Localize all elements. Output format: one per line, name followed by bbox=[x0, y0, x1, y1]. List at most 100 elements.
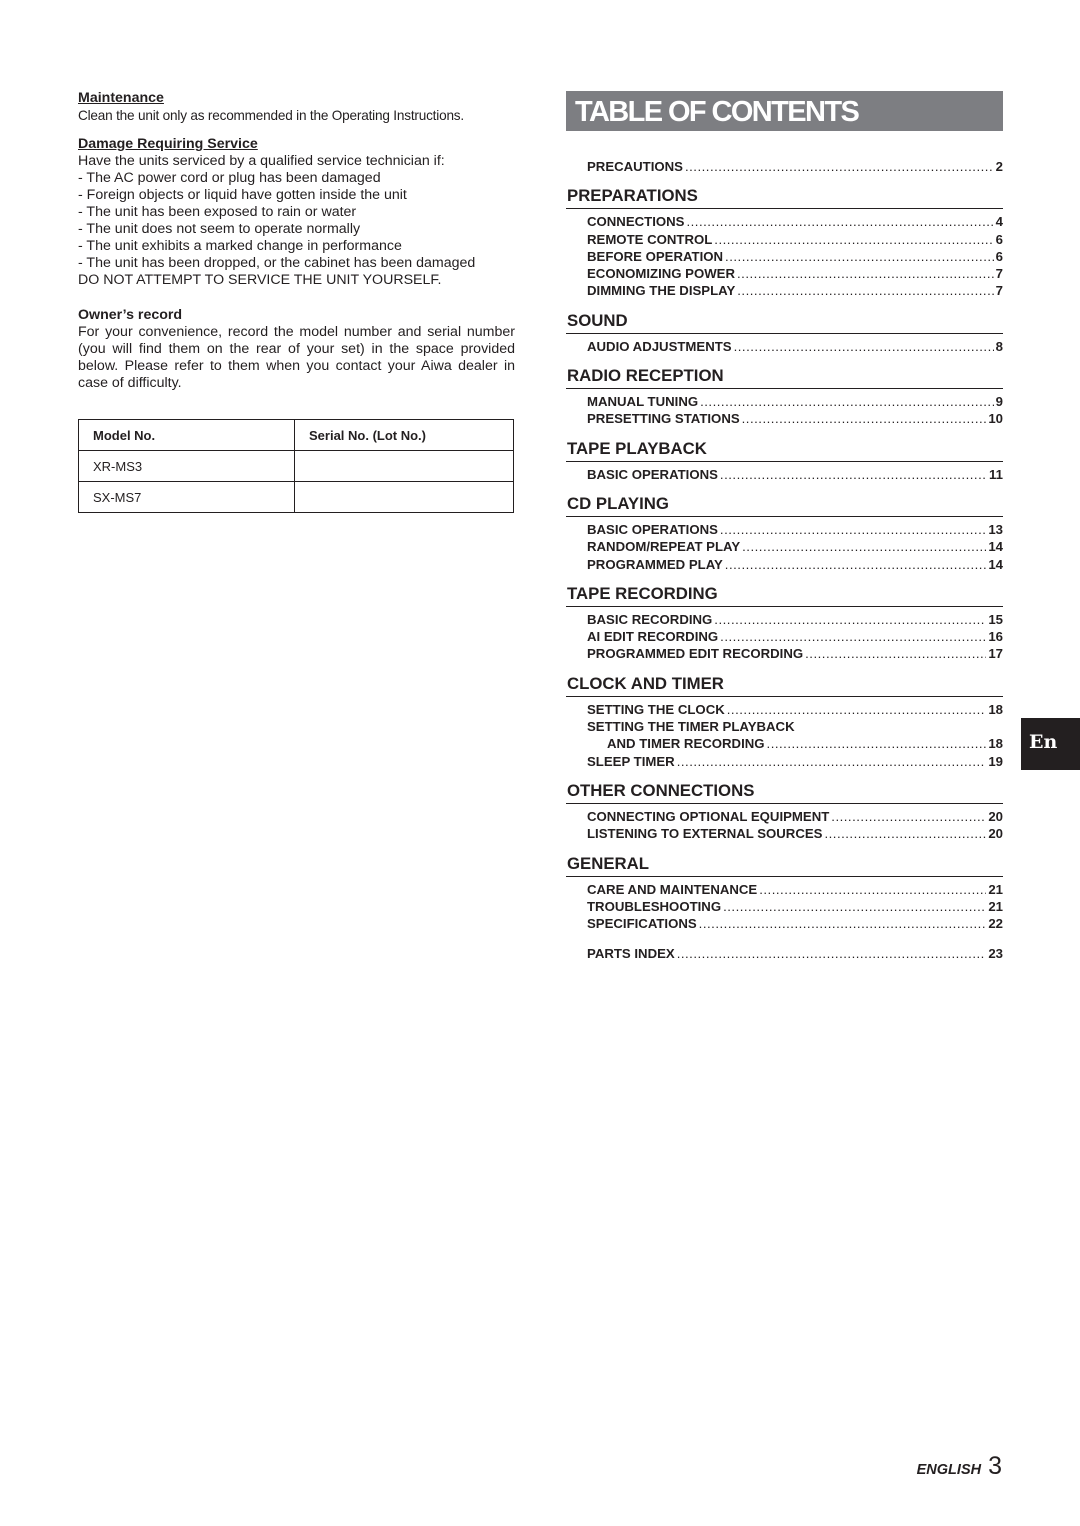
toc-entry-label: BEFORE OPERATION bbox=[587, 248, 724, 264]
toc-entry-label: ECONOMIZING POWER bbox=[587, 266, 735, 282]
toc-section: TAPE RECORDING BASIC RECORDING15AI EDIT R… bbox=[566, 583, 1003, 663]
leader-dots bbox=[737, 282, 993, 299]
leader-dots bbox=[734, 338, 994, 355]
toc-entry-page: 7 bbox=[995, 283, 1003, 299]
toc-section: SOUND AUDIO ADJUSTMENTS 8 bbox=[566, 310, 1003, 355]
serial-no-header: Serial No. (Lot No.) bbox=[294, 419, 514, 451]
toc-entry-label: AI EDIT RECORDING bbox=[587, 629, 719, 645]
table-header-row: Model No. Serial No. (Lot No.) bbox=[78, 419, 514, 451]
leader-dots bbox=[714, 611, 986, 628]
toc-entry-page: 16 bbox=[988, 629, 1003, 645]
leader-dots bbox=[700, 393, 994, 410]
damage-bullet: - The unit exhibits a marked change in p… bbox=[78, 238, 402, 254]
toc-entry-parts-index[interactable]: PARTS INDEX 23 bbox=[587, 945, 1003, 962]
toc-entry-label: SLEEP TIMER bbox=[587, 753, 675, 769]
toc-entry-page: 13 bbox=[988, 521, 1003, 537]
toc-entry[interactable]: BASIC RECORDING 15 bbox=[587, 611, 1003, 628]
language-tab: En bbox=[1021, 718, 1080, 770]
language-tab-label: En bbox=[1029, 731, 1058, 753]
toc-entry[interactable]: PROGRAMMED PLAY 14 bbox=[587, 556, 1003, 573]
toc-section-title[interactable]: CLOCK AND TIMER bbox=[566, 673, 1003, 697]
toc-entry[interactable]: RANDOM/REPEAT PLAY 14 bbox=[587, 538, 1003, 555]
toc-section: GENERAL CARE AND MAINTENANCE21TROUBLESHOO… bbox=[566, 853, 1003, 933]
toc-entry-page: 7 bbox=[995, 266, 1003, 282]
leader-dots bbox=[725, 556, 987, 573]
maintenance-heading: Maintenance bbox=[78, 90, 164, 106]
toc-entry[interactable]: REMOTE CONTROL 6 bbox=[587, 231, 1003, 248]
toc-section-title[interactable]: PREPARATIONS bbox=[566, 185, 1003, 210]
toc-entry-label: CONNECTING OPTIONAL EQUIPMENT bbox=[587, 808, 830, 824]
toc-entry-label: PRECAUTIONS bbox=[587, 159, 683, 174]
toc-entry[interactable]: TROUBLESHOOTING 21 bbox=[587, 898, 1003, 915]
leader-dots bbox=[725, 248, 994, 265]
toc-entry-page: 18 bbox=[988, 736, 1003, 752]
page-footer: ENGLISH 3 bbox=[917, 1452, 1002, 1481]
toc-entry-label: SETTING THE CLOCK bbox=[587, 701, 725, 717]
toc-entry[interactable]: ECONOMIZING POWER 7 bbox=[587, 265, 1003, 282]
toc-entry[interactable]: BASIC OPERATIONS 13 bbox=[587, 521, 1003, 538]
leader-dots bbox=[767, 735, 987, 752]
toc-entry[interactable]: PRESETTING STATIONS 10 bbox=[587, 410, 1003, 427]
toc-section-title[interactable]: OTHER CONNECTIONS bbox=[566, 780, 1003, 804]
toc-section: CLOCK AND TIMERSETTING THE CLOCK18SETTIN… bbox=[566, 673, 1003, 770]
toc-entry-label: DIMMING THE DISPLAY bbox=[587, 283, 736, 299]
page-title: TABLE OF CONTENTS bbox=[575, 96, 860, 128]
damage-intro: Have the units serviced by a qualified s… bbox=[78, 153, 445, 169]
toc-entry[interactable]: CARE AND MAINTENANCE 21 bbox=[587, 881, 1003, 898]
owners-record-heading: Owner’s record bbox=[78, 307, 183, 323]
page-number: 3 bbox=[988, 1452, 1002, 1480]
toc-section-title[interactable]: GENERAL bbox=[566, 853, 1003, 877]
toc-entry-label: LISTENING TO EXTERNAL SOURCES bbox=[587, 826, 823, 842]
toc-entry-label: PROGRAMMED EDIT RECORDING bbox=[587, 646, 804, 662]
toc-entry[interactable]: SETTING THE TIMER PLAYBACK bbox=[587, 718, 1003, 735]
toc-entry-page: 20 bbox=[988, 826, 1003, 842]
toc-entry-precautions[interactable]: PRECAUTIONS 2 bbox=[587, 158, 1003, 175]
maintenance-text: Clean the unit only as recommended in th… bbox=[78, 108, 464, 123]
leader-dots bbox=[742, 410, 987, 427]
toc-entry-label: AND TIMER RECORDING bbox=[607, 736, 765, 752]
toc-entry[interactable]: LISTENING TO EXTERNAL SOURCES 20 bbox=[587, 825, 1003, 842]
toc-section-title[interactable]: SOUND bbox=[566, 310, 1003, 334]
toc-entry-label: BASIC OPERATIONS bbox=[587, 466, 718, 482]
table-of-contents: PRECAUTIONS 2 PREPARATIONS CONNECTIONS4RE… bbox=[566, 158, 1003, 963]
toc-entry[interactable]: DIMMING THE DISPLAY 7 bbox=[587, 282, 1003, 299]
toc-entry[interactable]: CONNECTIONS 4 bbox=[587, 213, 1003, 230]
toc-entry[interactable]: CONNECTING OPTIONAL EQUIPMENT 20 bbox=[587, 808, 1003, 825]
owners-record-table: Model No. Serial No. (Lot No.) XR-MS3 SX… bbox=[78, 419, 514, 513]
toc-entry-label: PARTS INDEX bbox=[587, 946, 675, 962]
toc-section-title[interactable]: CD PLAYING bbox=[566, 493, 1003, 517]
toc-entry-label: MANUAL TUNING bbox=[587, 394, 699, 410]
leader-dots bbox=[805, 645, 986, 662]
toc-section-title[interactable]: RADIO RECEPTION bbox=[566, 365, 1003, 390]
toc-section-title[interactable]: TAPE RECORDING bbox=[566, 583, 1003, 607]
toc-entry[interactable]: SPECIFICATIONS 22 bbox=[587, 915, 1003, 932]
toc-entry[interactable]: AUDIO ADJUSTMENTS 8 bbox=[587, 338, 1003, 355]
toc-entry-label: SETTING THE TIMER PLAYBACK bbox=[587, 719, 795, 735]
toc-entry[interactable]: BEFORE OPERATION 6 bbox=[587, 248, 1003, 265]
toc-entry[interactable]: MANUAL TUNING 9 bbox=[587, 393, 1003, 410]
toc-section: PREPARATIONS CONNECTIONS4REMOTE CONTROL6B… bbox=[566, 185, 1003, 299]
toc-entry-page: 18 bbox=[988, 701, 1003, 717]
toc-section: OTHER CONNECTIONS CONNECTING OPTIONAL EQU… bbox=[566, 780, 1003, 843]
toc-entry[interactable]: BASIC OPERATIONS 11 bbox=[587, 466, 1003, 483]
toc-entry-page: 2 bbox=[995, 159, 1003, 174]
model-no-header: Model No. bbox=[78, 419, 295, 451]
toc-entry-label: AUDIO ADJUSTMENTS bbox=[587, 338, 732, 354]
damage-heading: Damage Requiring Service bbox=[78, 136, 258, 152]
toc-entry-page: 21 bbox=[988, 898, 1003, 914]
leader-dots bbox=[759, 881, 986, 898]
toc-section: RADIO RECEPTION MANUAL TUNING9PRESETTING … bbox=[566, 365, 1003, 428]
toc-entry-label: BASIC OPERATIONS bbox=[587, 521, 718, 537]
toc-entry-label: TROUBLESHOOTING bbox=[587, 898, 722, 914]
toc-entry[interactable]: PROGRAMMED EDIT RECORDING 17 bbox=[587, 645, 1003, 662]
toc-entry[interactable]: SLEEP TIMER 19 bbox=[587, 753, 1003, 770]
damage-bullet: - The AC power cord or plug has been dam… bbox=[78, 170, 381, 186]
toc-entry[interactable]: SETTING THE CLOCK 18 bbox=[587, 701, 1003, 718]
toc-section-title[interactable]: TAPE PLAYBACK bbox=[566, 438, 1003, 462]
toc-entry-page: 10 bbox=[988, 411, 1003, 427]
toc-entry[interactable]: AI EDIT RECORDING 16 bbox=[587, 628, 1003, 645]
toc-entry[interactable]: AND TIMER RECORDING 18 bbox=[607, 735, 1003, 752]
toc-entry-page: 6 bbox=[995, 231, 1003, 247]
model-cell: SX-MS7 bbox=[78, 481, 295, 513]
damage-bullet: - The unit has been exposed to rain or w… bbox=[78, 204, 357, 220]
